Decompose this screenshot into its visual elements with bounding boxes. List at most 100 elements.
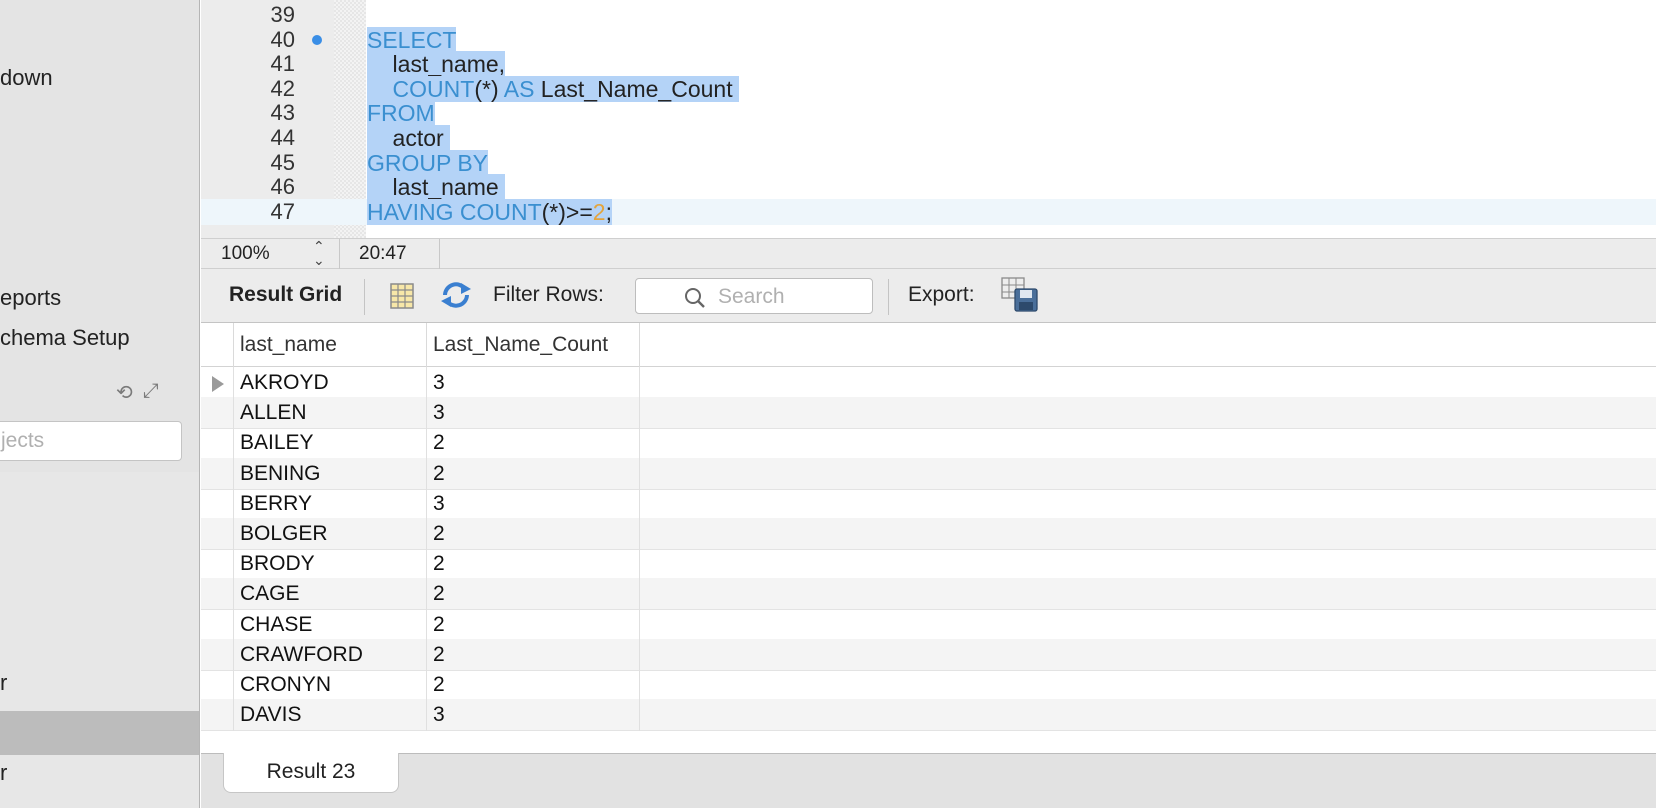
- code-text: GROUP BY: [367, 149, 488, 176]
- row-header[interactable]: [201, 427, 234, 460]
- sidebar-selected-item[interactable]: [0, 711, 199, 755]
- sql-keyword: SELECT: [367, 26, 457, 53]
- sql-token: last_name,: [367, 51, 506, 78]
- row-header[interactable]: [201, 518, 234, 550]
- code-line[interactable]: 43 FROM: [201, 100, 1656, 127]
- cell-last-name[interactable]: BOLGER: [234, 518, 427, 550]
- filter-rows-search-input[interactable]: Search: [635, 278, 873, 314]
- line-number: 40: [270, 26, 295, 52]
- cell-last-name-count[interactable]: 3: [427, 397, 640, 430]
- chevron-up-icon[interactable]: ⌃: [313, 239, 325, 253]
- row-header[interactable]: [201, 578, 234, 611]
- sidebar-item-dashboard[interactable]: down: [0, 65, 53, 91]
- toolbar-divider: [888, 279, 889, 315]
- result-grid-tab[interactable]: Result Grid: [229, 283, 342, 307]
- cell-last-name-count[interactable]: 2: [427, 669, 640, 701]
- cell-last-name-count[interactable]: 2: [427, 608, 640, 641]
- cell-last-name[interactable]: BRODY: [234, 548, 427, 581]
- result-tab[interactable]: Result 23: [223, 753, 399, 793]
- cell-last-name-count[interactable]: 2: [427, 638, 640, 671]
- cell-last-name-count[interactable]: 3: [427, 367, 640, 399]
- cell-last-name[interactable]: CHASE: [234, 608, 427, 641]
- row-header[interactable]: [201, 669, 234, 701]
- cell-last-name-count[interactable]: 2: [427, 548, 640, 581]
- search-icon: [685, 288, 705, 308]
- statement-marker-icon[interactable]: [312, 34, 322, 45]
- sidebar-item-upper[interactable]: r: [0, 670, 7, 696]
- row-header[interactable]: [201, 457, 234, 490]
- table-row[interactable]: CAGE 2: [201, 578, 1656, 611]
- sql-number: 2: [592, 198, 606, 225]
- table-row[interactable]: BERRY 3: [201, 487, 1656, 520]
- row-header[interactable]: [201, 638, 234, 671]
- row-header[interactable]: [201, 367, 234, 399]
- table-row[interactable]: CRONYN 2: [201, 669, 1656, 701]
- column-header-last-name-count[interactable]: Last_Name_Count: [427, 323, 640, 367]
- cell-last-name-count[interactable]: 3: [427, 699, 640, 732]
- table-row[interactable]: CRAWFORD 2: [201, 638, 1656, 671]
- expand-icon[interactable]: ⤢: [143, 380, 159, 405]
- table-row[interactable]: ALLEN 3: [201, 397, 1656, 430]
- result-grid[interactable]: last_name Last_Name_Count AKROYD 3 ALLEN 3 B…: [201, 323, 1656, 753]
- table-row[interactable]: BOLGER 2: [201, 518, 1656, 550]
- row-header[interactable]: [201, 548, 234, 581]
- line-number: 47: [270, 198, 295, 224]
- cell-last-name[interactable]: BAILEY: [234, 427, 427, 460]
- cell-last-name-count[interactable]: 2: [427, 427, 640, 460]
- cell-last-name[interactable]: CRONYN: [234, 669, 427, 701]
- table-row[interactable]: BENING 2: [201, 457, 1656, 490]
- code-line[interactable]: 42 COUNT(*) AS Last_Name_Count: [201, 75, 1656, 102]
- table-row[interactable]: BAILEY 2: [201, 427, 1656, 460]
- sql-token: actor: [367, 125, 451, 151]
- sidebar-item-reports[interactable]: eports: [0, 285, 61, 311]
- search-placeholder: Search: [718, 285, 785, 308]
- table-row[interactable]: AKROYD 3: [201, 367, 1656, 399]
- code-line[interactable]: 46 last_name: [201, 174, 1656, 201]
- cell-last-name-count[interactable]: 3: [427, 487, 640, 520]
- cell-last-name[interactable]: BENING: [234, 457, 427, 490]
- cell-last-name[interactable]: DAVIS: [234, 699, 427, 732]
- refresh-icon[interactable]: ⟲: [116, 380, 133, 405]
- table-row[interactable]: BRODY 2: [201, 548, 1656, 581]
- sql-token: (*)>=: [541, 198, 593, 225]
- zoom-level: 100%: [221, 243, 270, 264]
- code-line[interactable]: 40 SELECT: [201, 26, 1656, 53]
- code-line[interactable]: 41 last_name,: [201, 51, 1656, 78]
- sql-token: (*): [474, 75, 504, 102]
- cell-last-name-count[interactable]: 2: [427, 578, 640, 611]
- cell-last-name[interactable]: AKROYD: [234, 367, 427, 399]
- code-line[interactable]: 39: [201, 2, 1656, 28]
- export-icon[interactable]: [1001, 277, 1039, 313]
- row-header[interactable]: [201, 487, 234, 520]
- grid-columns-icon[interactable]: [390, 283, 414, 309]
- table-row[interactable]: DAVIS 3: [201, 699, 1656, 732]
- result-toolbar: Result Grid Filter Rows: Search Export:: [201, 269, 1656, 323]
- sql-editor[interactable]: 39 40 SELECT 41 last_name, 42 COUNT(*) AS La…: [201, 0, 1656, 238]
- row-header[interactable]: [201, 397, 234, 430]
- row-header[interactable]: [201, 699, 234, 732]
- row-header[interactable]: [201, 608, 234, 641]
- navigator-sidebar: down eports chema Setup ⟲ ⤢ jects r r: [0, 0, 200, 808]
- line-number: 44: [270, 125, 295, 150]
- refresh-icon[interactable]: [439, 281, 473, 309]
- zoom-stepper[interactable]: ⌃ ⌄: [313, 239, 325, 267]
- chevron-down-icon[interactable]: ⌄: [313, 253, 325, 267]
- sql-token: Last_Name_Count: [534, 75, 739, 102]
- sidebar-item-lower[interactable]: r: [0, 760, 7, 786]
- code-line[interactable]: 45 GROUP BY: [201, 149, 1656, 176]
- cursor-position: 20:47: [359, 243, 407, 264]
- row-header-corner: [201, 323, 234, 367]
- filter-objects-input[interactable]: jects: [0, 421, 182, 461]
- code-line[interactable]: 47 HAVING COUNT(*)>=2;: [201, 198, 1656, 225]
- cell-last-name[interactable]: CRAWFORD: [234, 638, 427, 671]
- cell-last-name[interactable]: BERRY: [234, 487, 427, 520]
- cell-last-name[interactable]: ALLEN: [234, 397, 427, 430]
- cell-last-name-count[interactable]: 2: [427, 457, 640, 490]
- code-line[interactable]: 44 actor: [201, 125, 1656, 151]
- column-header-last-name[interactable]: last_name: [234, 323, 427, 367]
- table-row[interactable]: CHASE 2: [201, 608, 1656, 641]
- cell-last-name[interactable]: CAGE: [234, 578, 427, 611]
- sidebar-item-schema-setup[interactable]: chema Setup: [0, 325, 130, 351]
- schema-list-area: [0, 472, 199, 808]
- cell-last-name-count[interactable]: 2: [427, 518, 640, 550]
